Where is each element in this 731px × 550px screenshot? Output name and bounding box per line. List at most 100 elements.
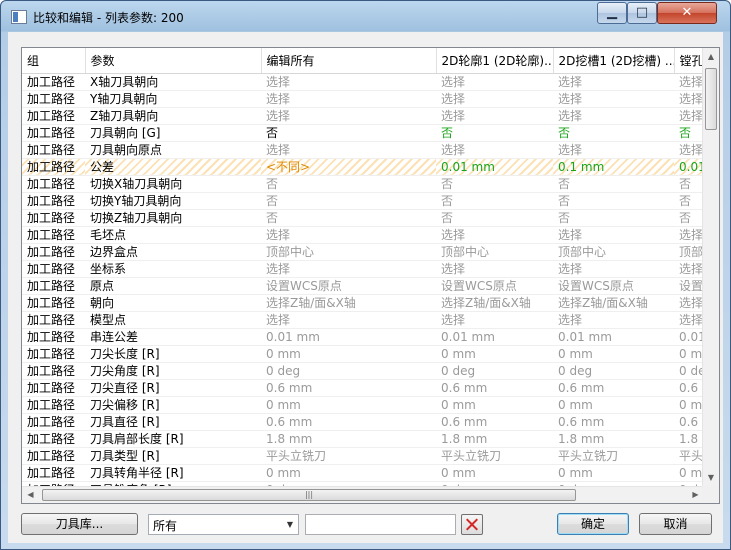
pocket-value-cell[interactable]: 0.01 mm (553, 328, 674, 346)
table-row[interactable]: 加工路径公差<不同>0.01 mm0.1 mm0.01 mm (22, 158, 702, 176)
pocket-value-cell[interactable]: 否 (553, 192, 674, 210)
cancel-button[interactable]: 取消 (639, 513, 712, 535)
edit-all-cell[interactable]: 否 (261, 192, 436, 210)
contour-value-cell[interactable]: 选择 (436, 90, 553, 108)
table-row[interactable]: 加工路径刀具类型 [R]平头立铣刀平头立铣刀平头立铣刀平头立铣刀 (22, 447, 702, 465)
table-row[interactable]: 加工路径原点设置WCS原点设置WCS原点设置WCS原点设置WCS原点 (22, 277, 702, 295)
contour-value-cell[interactable]: 选择 (436, 73, 553, 91)
vertical-scroll-thumb[interactable] (705, 68, 717, 130)
contour-value-cell[interactable]: 选择 (436, 107, 553, 125)
pocket-value-cell[interactable]: 否 (553, 175, 674, 193)
boring-value-cell[interactable]: 选择 (674, 226, 702, 244)
contour-value-cell[interactable]: 0 mm (436, 464, 553, 482)
clear-filter-icon[interactable] (461, 514, 483, 535)
pocket-value-cell[interactable]: 0.6 mm (553, 413, 674, 431)
edit-all-cell[interactable]: 选择Z轴/面&X轴 (261, 294, 436, 312)
boring-value-cell[interactable]: 0 mm (674, 464, 702, 482)
boring-value-cell[interactable]: 顶部中心 (674, 243, 702, 261)
table-row[interactable]: 加工路径 毛坯点 选择 选择 选择 选择 (22, 226, 702, 244)
chevron-down-icon[interactable]: ▼ (282, 515, 298, 534)
boring-value-cell[interactable]: 否 (674, 175, 702, 193)
pocket-value-cell[interactable]: 选择 (553, 90, 674, 108)
edit-all-cell[interactable]: 1.8 mm (261, 430, 436, 448)
table-row[interactable]: 加工路径 刀具朝向原点 选择 选择 选择 选择 (22, 141, 702, 159)
contour-value-cell[interactable]: 1.8 mm (436, 430, 553, 448)
column-header-group[interactable]: 组 (22, 48, 86, 74)
table-row[interactable]: 加工路径 坐标系 选择 选择 选择 选择 (22, 260, 702, 278)
contour-value-cell[interactable]: 选择 (436, 311, 553, 329)
contour-value-cell[interactable]: 0.01 mm (436, 328, 553, 346)
filter-text-input[interactable] (305, 514, 456, 535)
boring-value-cell[interactable]: 选择 (674, 107, 702, 125)
contour-value-cell[interactable]: 选择 (436, 226, 553, 244)
edit-all-cell[interactable]: 0 mm (261, 464, 436, 482)
table-row[interactable]: 加工路径 Y轴刀具朝向 选择 选择 选择 选择 (22, 90, 702, 108)
edit-all-cell[interactable]: 0 deg (261, 362, 436, 380)
horizontal-scrollbar[interactable]: ◀ ||| ▶ (22, 486, 704, 503)
boring-value-cell[interactable]: 否 (674, 209, 702, 227)
pocket-value-cell[interactable]: 1.8 mm (553, 430, 674, 448)
pocket-value-cell[interactable]: 0 deg (553, 362, 674, 380)
boring-value-cell[interactable]: 0.6 mm (674, 379, 702, 397)
parameter-grid[interactable]: 组 参数 编辑所有 2D轮廓1 (2D轮廓)... 2D挖槽1 (2D挖槽) .… (21, 47, 720, 504)
column-header-2d-contour[interactable]: 2D轮廓1 (2D轮廓)... (436, 48, 554, 74)
boring-value-cell[interactable]: 选择 (674, 141, 702, 159)
maximize-button[interactable]: □ (627, 2, 657, 24)
edit-all-cell[interactable]: 0.6 mm (261, 413, 436, 431)
pocket-value-cell[interactable]: 设置WCS原点 (553, 277, 674, 295)
edit-all-cell[interactable]: 选择 (261, 141, 436, 159)
boring-value-cell[interactable]: 0.6 mm (674, 413, 702, 431)
table-row[interactable]: 加工路径 X轴刀具朝向 选择 选择 选择 选择 (22, 73, 702, 91)
close-button[interactable]: ✕ (657, 2, 717, 24)
table-row[interactable]: 加工路径刀具肩部长度 [R]1.8 mm1.8 mm1.8 mm1.8 mm (22, 430, 702, 448)
table-row[interactable]: 加工路径 模型点 选择 选择 选择 选择 (22, 311, 702, 329)
edit-all-cell[interactable]: <不同> (261, 158, 436, 176)
contour-value-cell[interactable]: 选择 (436, 260, 553, 278)
column-header-parameter[interactable]: 参数 (85, 48, 262, 74)
boring-value-cell[interactable]: 选择 (674, 311, 702, 329)
table-row[interactable]: 加工路径边界盒点顶部中心顶部中心顶部中心顶部中心 (22, 243, 702, 261)
boring-value-cell[interactable]: 0 mm (674, 345, 702, 363)
horizontal-scroll-thumb[interactable]: ||| (42, 489, 576, 501)
ok-button[interactable]: 确定 (557, 513, 629, 535)
contour-value-cell[interactable]: 0.6 mm (436, 379, 553, 397)
pocket-value-cell[interactable]: 选择 (553, 260, 674, 278)
contour-value-cell[interactable]: 顶部中心 (436, 243, 553, 261)
tool-library-button[interactable]: 刀具库... (21, 513, 138, 535)
table-row[interactable]: 加工路径刀尖直径 [R]0.6 mm0.6 mm0.6 mm0.6 mm (22, 379, 702, 397)
boring-value-cell[interactable]: 否 (674, 124, 702, 142)
edit-all-cell[interactable]: 0.01 mm (261, 328, 436, 346)
scroll-up-icon[interactable]: ▲ (703, 48, 719, 65)
column-header-edit-all[interactable]: 编辑所有 (261, 48, 437, 74)
table-row[interactable]: 加工路径刀具转角半径 [R]0 mm0 mm0 mm0 mm (22, 464, 702, 482)
pocket-value-cell[interactable]: 0 mm (553, 345, 674, 363)
contour-value-cell[interactable]: 否 (436, 124, 553, 142)
pocket-value-cell[interactable]: 选择 (553, 73, 674, 91)
pocket-value-cell[interactable]: 选择 (553, 107, 674, 125)
boring-value-cell[interactable]: 设置WCS原点 (674, 277, 702, 295)
boring-value-cell[interactable]: 选择Z轴/面&X轴 (674, 294, 702, 312)
boring-value-cell[interactable]: 选择 (674, 73, 702, 91)
boring-value-cell[interactable]: 0.01 mm (674, 158, 702, 176)
table-row[interactable]: 加工路径串连公差0.01 mm0.01 mm0.01 mm0.01 mm (22, 328, 702, 346)
edit-all-cell[interactable]: 选择 (261, 90, 436, 108)
edit-all-cell[interactable]: 否 (261, 124, 436, 142)
table-row[interactable]: 加工路径刀尖偏移 [R]0 mm0 mm0 mm0 mm (22, 396, 702, 414)
pocket-value-cell[interactable]: 0 mm (553, 396, 674, 414)
edit-all-cell[interactable]: 设置WCS原点 (261, 277, 436, 295)
edit-all-cell[interactable]: 选择 (261, 260, 436, 278)
edit-all-cell[interactable]: 顶部中心 (261, 243, 436, 261)
edit-all-cell[interactable]: 0 mm (261, 396, 436, 414)
contour-value-cell[interactable]: 0 deg (436, 362, 553, 380)
table-row[interactable]: 加工路径 切换Y轴刀具朝向否否否否 (22, 192, 702, 210)
filter-select[interactable]: 所有 ▼ (148, 514, 299, 535)
contour-value-cell[interactable]: 选择Z轴/面&X轴 (436, 294, 553, 312)
vertical-scrollbar[interactable]: ▲ ▼ (702, 48, 719, 486)
column-header-boring[interactable]: 镗孔 (674, 48, 703, 74)
minimize-button[interactable]: ▁ (597, 2, 627, 24)
pocket-value-cell[interactable]: 选择Z轴/面&X轴 (553, 294, 674, 312)
contour-value-cell[interactable]: 0 mm (436, 396, 553, 414)
pocket-value-cell[interactable]: 否 (553, 124, 674, 142)
table-row[interactable]: 加工路径 刀具朝向 [G] 否否否否 (22, 124, 702, 142)
edit-all-cell[interactable]: 平头立铣刀 (261, 447, 436, 465)
